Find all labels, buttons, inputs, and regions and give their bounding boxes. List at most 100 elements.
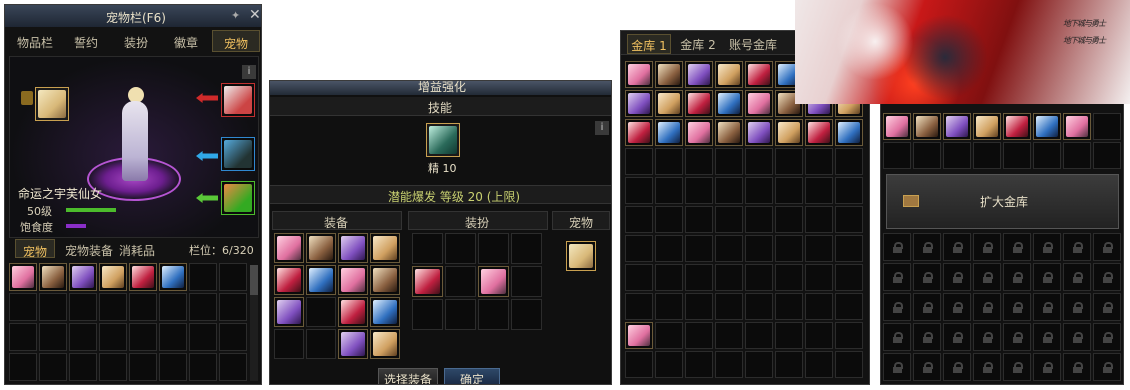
empty-slot[interactable]	[445, 299, 476, 330]
item-slot[interactable]	[338, 329, 368, 359]
empty-slot[interactable]	[835, 177, 863, 204]
tab-account-vault[interactable]: 账号金库	[725, 36, 781, 53]
empty-slot[interactable]	[99, 293, 127, 321]
item-slot[interactable]	[338, 265, 368, 295]
empty-slot[interactable]	[219, 293, 247, 321]
empty-slot[interactable]	[715, 322, 743, 349]
subtab-pet[interactable]: 宠物	[15, 239, 55, 259]
locked-slot[interactable]	[1003, 353, 1031, 381]
empty-slot[interactable]	[412, 233, 443, 264]
empty-slot[interactable]	[655, 322, 683, 349]
pin-icon[interactable]: ✦	[231, 9, 240, 22]
locked-slot[interactable]	[913, 323, 941, 351]
empty-slot[interactable]	[835, 293, 863, 320]
item-slot[interactable]	[306, 233, 336, 263]
empty-slot[interactable]	[835, 235, 863, 262]
subtab-consumables[interactable]: 消耗品	[117, 242, 157, 259]
empty-slot[interactable]	[655, 235, 683, 262]
item-slot[interactable]	[274, 265, 304, 295]
confirm-button[interactable]: 确定	[444, 368, 500, 384]
item-slot[interactable]	[715, 61, 743, 88]
empty-slot[interactable]	[129, 353, 157, 381]
empty-slot[interactable]	[715, 351, 743, 378]
locked-slot[interactable]	[943, 233, 971, 261]
empty-slot[interactable]	[219, 353, 247, 381]
empty-slot[interactable]	[685, 322, 713, 349]
locked-slot[interactable]	[883, 353, 911, 381]
item-slot[interactable]	[1063, 113, 1091, 140]
empty-slot[interactable]	[511, 299, 542, 330]
locked-slot[interactable]	[1003, 233, 1031, 261]
empty-slot[interactable]	[745, 264, 773, 291]
locked-slot[interactable]	[883, 293, 911, 321]
empty-slot[interactable]	[69, 323, 97, 351]
empty-slot[interactable]	[775, 148, 803, 175]
empty-slot[interactable]	[99, 323, 127, 351]
empty-slot[interactable]	[685, 235, 713, 262]
empty-slot[interactable]	[655, 206, 683, 233]
tab-inventory[interactable]: 物品栏	[10, 34, 60, 51]
item-slot[interactable]	[306, 265, 336, 295]
empty-slot[interactable]	[655, 148, 683, 175]
empty-slot[interactable]	[775, 206, 803, 233]
empty-slot[interactable]	[715, 293, 743, 320]
item-slot[interactable]	[745, 61, 773, 88]
item-slot[interactable]	[685, 119, 713, 146]
empty-slot[interactable]	[9, 353, 37, 381]
item-slot[interactable]	[274, 297, 304, 327]
empty-slot[interactable]	[189, 323, 217, 351]
empty-slot[interactable]	[715, 264, 743, 291]
locked-slot[interactable]	[883, 263, 911, 291]
empty-slot[interactable]	[69, 293, 97, 321]
item-slot[interactable]	[9, 263, 37, 291]
empty-slot[interactable]	[805, 206, 833, 233]
empty-slot[interactable]	[159, 293, 187, 321]
locked-slot[interactable]	[1003, 263, 1031, 291]
item-slot[interactable]	[655, 90, 683, 117]
empty-slot[interactable]	[715, 177, 743, 204]
empty-slot[interactable]	[511, 266, 542, 297]
locked-slot[interactable]	[943, 293, 971, 321]
item-slot[interactable]	[685, 61, 713, 88]
tab-emblem[interactable]: 徽章	[162, 34, 210, 51]
item-slot[interactable]	[745, 90, 773, 117]
empty-slot[interactable]	[745, 322, 773, 349]
empty-slot[interactable]	[1093, 142, 1121, 169]
item-slot[interactable]	[883, 113, 911, 140]
tab-pet[interactable]: 宠物	[212, 30, 260, 52]
empty-slot[interactable]	[189, 293, 217, 321]
item-slot[interactable]	[655, 119, 683, 146]
info-icon[interactable]: i	[242, 65, 256, 79]
locked-slot[interactable]	[913, 353, 941, 381]
pet-equip-slot-green[interactable]	[221, 181, 255, 215]
empty-slot[interactable]	[1033, 142, 1061, 169]
close-icon[interactable]: ✕	[249, 7, 261, 23]
empty-slot[interactable]	[129, 293, 157, 321]
locked-slot[interactable]	[1033, 353, 1061, 381]
empty-slot[interactable]	[835, 148, 863, 175]
empty-slot[interactable]	[805, 148, 833, 175]
item-slot[interactable]	[338, 297, 368, 327]
locked-slot[interactable]	[913, 233, 941, 261]
item-slot[interactable]	[943, 113, 971, 140]
locked-slot[interactable]	[1093, 293, 1121, 321]
item-slot[interactable]	[715, 90, 743, 117]
empty-slot[interactable]	[775, 351, 803, 378]
empty-slot[interactable]	[159, 353, 187, 381]
item-slot[interactable]	[655, 61, 683, 88]
empty-slot[interactable]	[745, 351, 773, 378]
empty-slot[interactable]	[745, 293, 773, 320]
empty-slot[interactable]	[99, 353, 127, 381]
locked-slot[interactable]	[1033, 233, 1061, 261]
empty-slot[interactable]	[625, 206, 653, 233]
item-slot[interactable]	[69, 263, 97, 291]
empty-slot[interactable]	[478, 299, 509, 330]
empty-slot[interactable]	[805, 177, 833, 204]
empty-slot[interactable]	[625, 293, 653, 320]
item-slot[interactable]	[370, 329, 400, 359]
locked-slot[interactable]	[1063, 263, 1091, 291]
expand-vault-bar[interactable]: 扩大金库	[886, 174, 1119, 229]
empty-slot[interactable]	[625, 235, 653, 262]
locked-slot[interactable]	[973, 323, 1001, 351]
empty-slot[interactable]	[775, 264, 803, 291]
